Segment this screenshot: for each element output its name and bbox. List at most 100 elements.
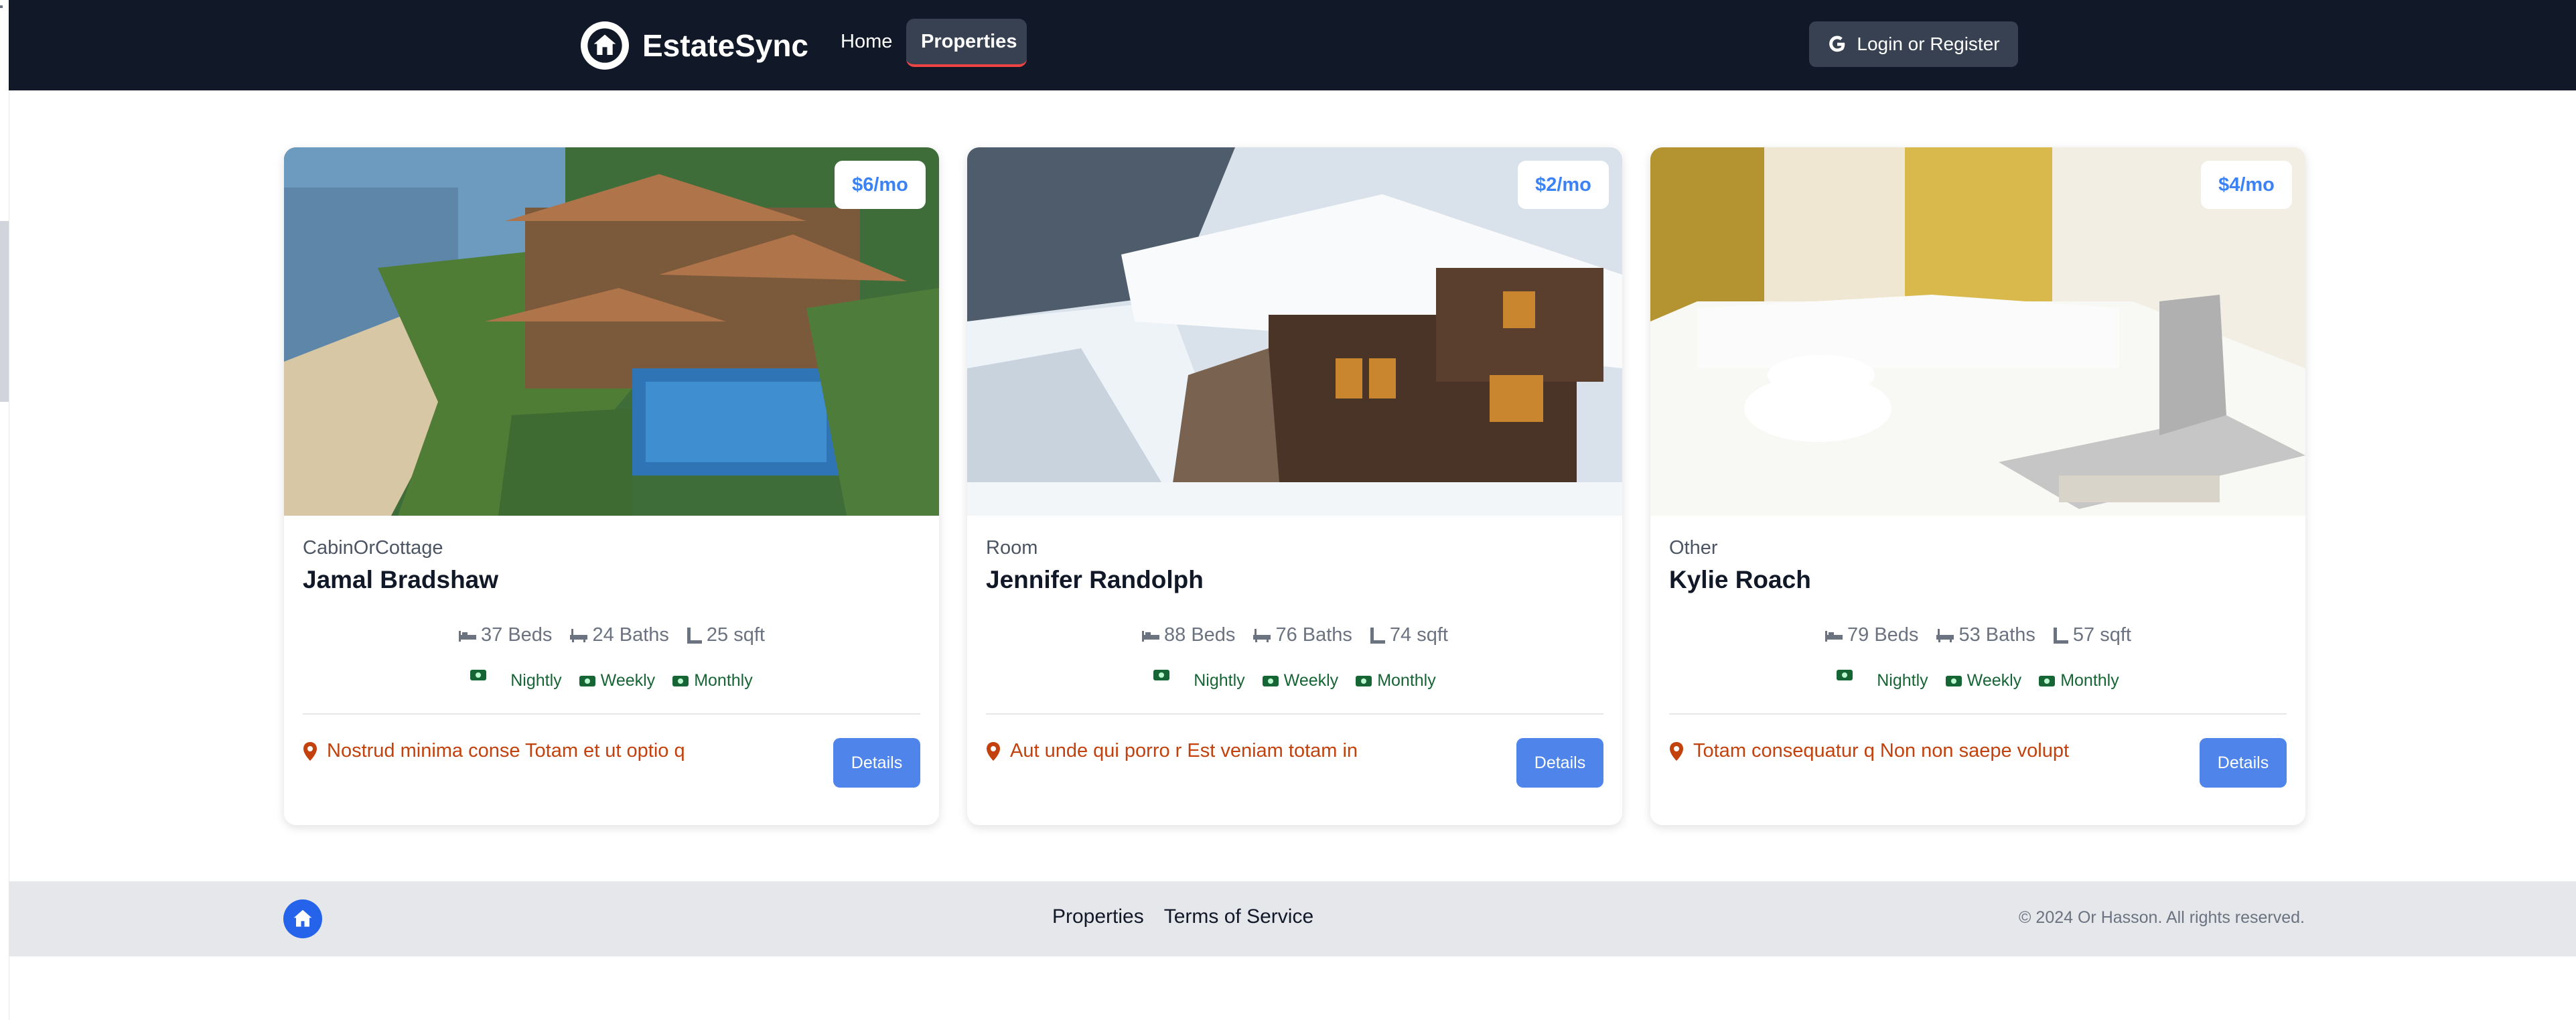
sqft-feature: 57 sqft xyxy=(2053,624,2131,646)
baths-feature: 24 Baths xyxy=(569,624,669,646)
rate-label: Monthly xyxy=(694,671,753,690)
card-divider xyxy=(986,713,1603,715)
baths-count: 76 Baths xyxy=(1275,624,1352,646)
nav-properties-link[interactable]: Properties xyxy=(906,19,1027,67)
rate-weekly: Weekly xyxy=(579,671,656,690)
money-icon xyxy=(1356,675,1372,686)
money-icon xyxy=(2039,675,2056,686)
bathtub-icon xyxy=(570,628,588,642)
map-pin-icon xyxy=(303,741,317,761)
left-page-edge xyxy=(0,0,9,1020)
property-card[interactable]: $6/mo CabinOrCottage Jamal Bradshaw 37 B… xyxy=(284,147,939,825)
location-text: Totam consequatur q Non non saepe volupt xyxy=(1693,740,2070,761)
money-icon xyxy=(672,675,689,686)
property-card[interactable]: $2/mo Room Jennifer Randolph 88 Beds 76 … xyxy=(967,147,1622,825)
baths-count: 24 Baths xyxy=(592,624,669,646)
footer-properties-link[interactable]: Properties xyxy=(1052,905,1144,928)
bed-icon xyxy=(459,630,477,642)
money-icon xyxy=(1945,675,1962,686)
rate-label: Weekly xyxy=(1966,671,2022,690)
brand-name: EstateSync xyxy=(642,28,809,63)
google-icon xyxy=(1829,35,1845,52)
rate-nightly: Nightly xyxy=(1153,669,1245,690)
rate-nightly: Nightly xyxy=(470,669,562,690)
rate-weekly: Weekly xyxy=(1945,671,2022,690)
ruler-icon xyxy=(2053,627,2068,644)
bathtub-icon xyxy=(1253,628,1271,642)
page-edge-mark xyxy=(0,5,3,8)
property-location: Nostrud minima conse Totam et ut optio q xyxy=(303,740,685,762)
rental-rates: Nightly Weekly Monthly xyxy=(284,669,939,690)
details-button[interactable]: Details xyxy=(1516,738,1603,788)
beds-feature: 88 Beds xyxy=(1141,624,1235,646)
rental-rates: Nightly Weekly Monthly xyxy=(1650,669,2305,690)
sqft-feature: 25 sqft xyxy=(687,624,765,646)
money-icon xyxy=(1262,675,1279,686)
property-type: CabinOrCottage xyxy=(303,537,443,559)
money-icon xyxy=(579,675,595,686)
card-divider xyxy=(303,713,920,715)
baths-feature: 53 Baths xyxy=(1936,624,2035,646)
sqft-size: 25 sqft xyxy=(706,624,765,646)
rental-rates: Nightly Weekly Monthly xyxy=(967,669,1622,690)
footer-links: Properties Terms of Service xyxy=(1052,905,1313,928)
money-icon xyxy=(1837,669,1853,680)
beds-count: 37 Beds xyxy=(481,624,553,646)
bed-icon xyxy=(1142,630,1160,642)
rate-label: Monthly xyxy=(1377,671,1436,690)
nav-home-link[interactable]: Home xyxy=(826,19,907,67)
details-button[interactable]: Details xyxy=(833,738,920,788)
brand-logo[interactable]: EstateSync xyxy=(581,19,808,72)
property-type: Other xyxy=(1669,537,1718,559)
house-icon[interactable] xyxy=(283,899,322,938)
price-badge: $4/mo xyxy=(2201,161,2292,209)
map-pin-icon xyxy=(1670,741,1683,761)
top-navbar: EstateSync Home Properties Login or Regi… xyxy=(9,0,2576,90)
rate-label: Nightly xyxy=(1194,671,1245,690)
property-location: Totam consequatur q Non non saepe volupt xyxy=(1669,740,2069,762)
property-type: Room xyxy=(986,537,1038,559)
property-card[interactable]: $4/mo Other Kylie Roach 79 Beds 53 Baths… xyxy=(1650,147,2305,825)
beds-feature: 37 Beds xyxy=(458,624,552,646)
beds-count: 79 Beds xyxy=(1847,624,1919,646)
property-features: 88 Beds 76 Baths 74 sqft xyxy=(967,624,1622,646)
rate-label: Monthly xyxy=(2060,671,2119,690)
baths-count: 53 Baths xyxy=(1958,624,2035,646)
rate-label: Weekly xyxy=(1283,671,1339,690)
rate-monthly: Monthly xyxy=(2039,671,2119,690)
ruler-icon xyxy=(1370,627,1385,644)
sqft-size: 57 sqft xyxy=(2072,624,2131,646)
property-name: Jennifer Randolph xyxy=(986,566,1204,593)
sqft-feature: 74 sqft xyxy=(1370,624,1448,646)
copyright-text: © 2024 Or Hasson. All rights reserved. xyxy=(2019,908,2305,927)
scrollbar-thumb[interactable] xyxy=(0,221,9,402)
location-text: Aut unde qui porro r Est veniam totam in xyxy=(1010,740,1358,761)
property-name: Jamal Bradshaw xyxy=(303,566,499,593)
beds-count: 88 Beds xyxy=(1164,624,1236,646)
login-label: Login or Register xyxy=(1857,33,2000,54)
ruler-icon xyxy=(687,627,702,644)
property-name: Kylie Roach xyxy=(1669,566,1811,593)
beds-feature: 79 Beds xyxy=(1824,624,1918,646)
baths-feature: 76 Baths xyxy=(1253,624,1352,646)
property-location: Aut unde qui porro r Est veniam totam in xyxy=(986,740,1358,762)
rate-label: Weekly xyxy=(600,671,656,690)
rate-label: Nightly xyxy=(1877,671,1928,690)
rate-monthly: Monthly xyxy=(672,671,753,690)
footer-terms-link[interactable]: Terms of Service xyxy=(1164,905,1313,928)
property-features: 37 Beds 24 Baths 25 sqft xyxy=(284,624,939,646)
rate-monthly: Monthly xyxy=(1356,671,1436,690)
details-button[interactable]: Details xyxy=(2200,738,2287,788)
login-register-button[interactable]: Login or Register xyxy=(1809,21,2018,67)
map-pin-icon xyxy=(987,741,1000,761)
price-badge: $2/mo xyxy=(1518,161,1609,209)
rate-weekly: Weekly xyxy=(1262,671,1339,690)
bathtub-icon xyxy=(1936,628,1954,642)
bed-icon xyxy=(1825,630,1843,642)
money-icon xyxy=(1153,669,1170,680)
location-text: Nostrud minima conse Totam et ut optio q xyxy=(327,740,685,761)
money-icon xyxy=(470,669,487,680)
rate-nightly: Nightly xyxy=(1837,669,1928,690)
site-footer: Properties Terms of Service © 2024 Or Ha… xyxy=(9,881,2576,956)
house-icon xyxy=(581,21,629,70)
